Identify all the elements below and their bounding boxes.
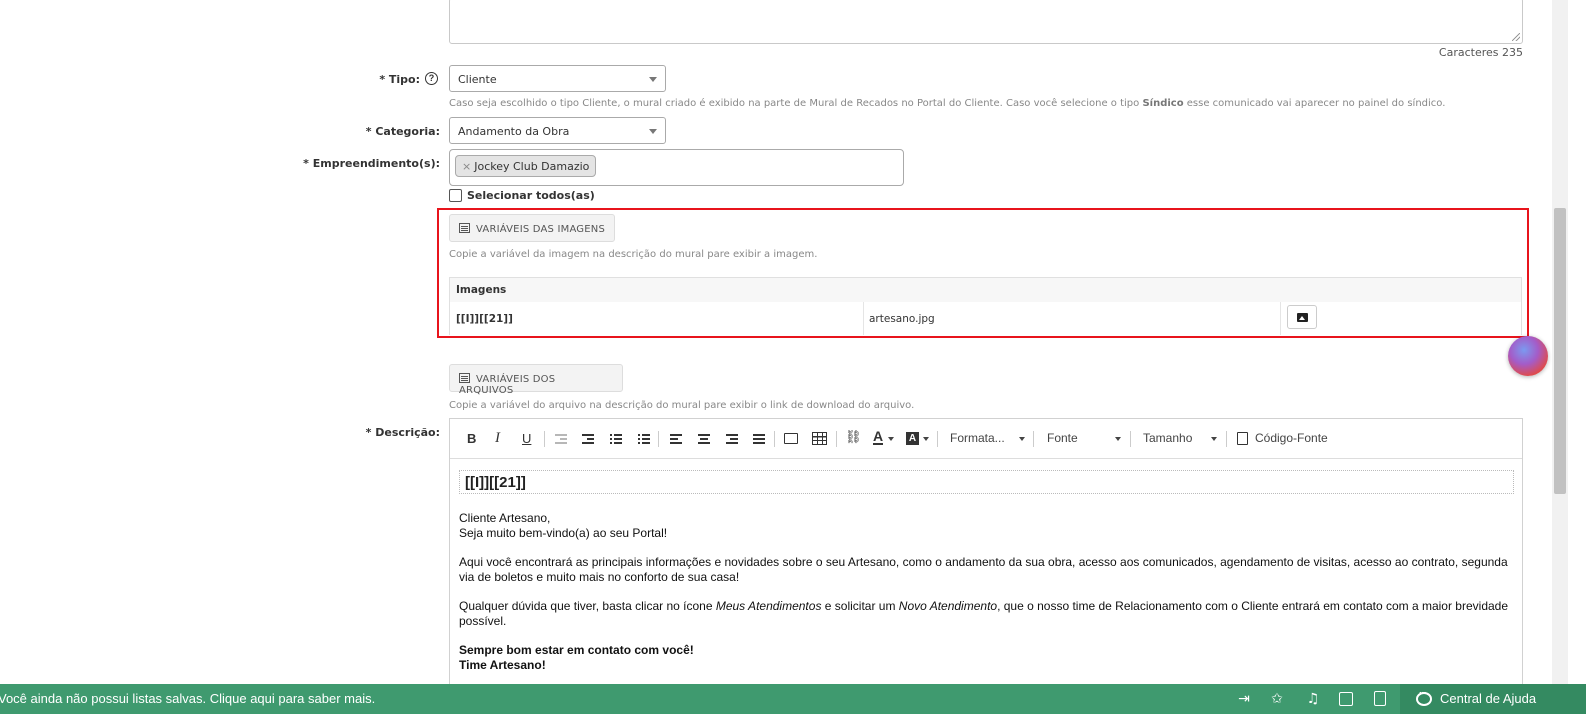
- numbered-list-icon[interactable]: [610, 434, 622, 444]
- help-icon[interactable]: ?: [425, 72, 438, 85]
- view-image-button[interactable]: [1287, 305, 1317, 329]
- bold-button[interactable]: B: [467, 431, 476, 446]
- indent-icon[interactable]: [582, 434, 594, 444]
- size-dropdown[interactable]: Tamanho: [1143, 431, 1192, 445]
- categoria-label: * Categoria:: [365, 125, 440, 138]
- scrollbar-thumb[interactable]: [1554, 208, 1566, 494]
- selected-tag: × Jockey Club Damazio: [455, 155, 597, 177]
- resize-handle[interactable]: [1512, 33, 1520, 41]
- login-icon[interactable]: ⇥: [1236, 691, 1252, 707]
- chat-icon: [1416, 688, 1432, 706]
- empreendimentos-multiselect[interactable]: × Jockey Club Damazio: [449, 149, 904, 186]
- empreendimentos-label: * Empreendimento(s):: [303, 157, 440, 170]
- italic-button[interactable]: I: [495, 430, 500, 447]
- tipo-label: * Tipo:: [379, 73, 420, 86]
- chevron-down-icon: [649, 77, 657, 82]
- image-variables-help: Copie a variável da imagem na descrição …: [449, 249, 818, 260]
- font-dropdown[interactable]: Fonte: [1047, 431, 1078, 445]
- source-code-button[interactable]: Código-Fonte: [1255, 431, 1328, 445]
- link-icon[interactable]: ⛓: [845, 430, 862, 445]
- page-scrollbar[interactable]: [1552, 0, 1568, 684]
- categoria-value: Andamento da Obra: [458, 125, 570, 138]
- descricao-label: * Descrição:: [365, 426, 440, 439]
- insert-table-icon[interactable]: [812, 432, 827, 445]
- char-counter: Caracteres 235: [1438, 46, 1523, 59]
- remove-tag-icon[interactable]: ×: [462, 160, 471, 173]
- list-icon: [459, 223, 470, 233]
- list-icon: [459, 373, 470, 383]
- categoria-select[interactable]: Andamento da Obra: [449, 117, 666, 144]
- table-header: Imagens: [450, 278, 1521, 302]
- align-left-icon[interactable]: [670, 434, 682, 444]
- source-code-icon: [1237, 432, 1248, 445]
- underline-button[interactable]: U: [522, 431, 531, 446]
- chevron-down-icon: [1211, 437, 1217, 441]
- bell-icon[interactable]: ♫: [1305, 691, 1321, 707]
- calendar-icon[interactable]: [1339, 692, 1353, 706]
- insert-image-icon[interactable]: [784, 433, 798, 444]
- tipo-value: Cliente: [458, 73, 497, 86]
- image-file-cell: artesano.jpg: [863, 302, 1281, 335]
- calculator-icon[interactable]: [1374, 691, 1386, 706]
- image-variable-placeholder: [[I]][[21]]: [459, 470, 1514, 494]
- image-variables-button[interactable]: VARIÁVEIS DAS IMAGENS: [449, 214, 615, 242]
- image-icon: [1297, 313, 1308, 322]
- help-center-button[interactable]: Central de Ajuda: [1400, 684, 1586, 714]
- image-variable-cell[interactable]: [[I]][[21]]: [450, 302, 864, 335]
- formatting-dropdown[interactable]: Formata...: [950, 431, 1005, 445]
- background-color-icon[interactable]: A: [906, 432, 919, 445]
- font-color-icon[interactable]: A: [873, 429, 884, 445]
- tipo-help: Caso seja escolhido o tipo Cliente, o mu…: [449, 98, 1446, 109]
- file-variables-help: Copie a variável do arquivo na descrição…: [449, 400, 915, 411]
- select-all-label[interactable]: Selecionar todos(as): [467, 189, 595, 202]
- chevron-down-icon: [1115, 437, 1121, 441]
- description-textarea[interactable]: [449, 0, 1523, 44]
- assistant-bubble[interactable]: [1508, 336, 1548, 376]
- help-center-label: Central de Ajuda: [1440, 691, 1537, 706]
- align-right-icon[interactable]: [726, 434, 738, 444]
- chevron-down-icon: [923, 437, 929, 441]
- table-row: [[I]][[21]] artesano.jpg: [450, 302, 1521, 335]
- file-variables-button[interactable]: VARIÁVEIS DOS ARQUIVOS: [449, 364, 623, 396]
- editor-toolbar: B I U ⛓ A A Formata... Fonte Tamanho Cód…: [450, 419, 1522, 459]
- chevron-down-icon: [888, 437, 894, 441]
- chevron-down-icon: [649, 129, 657, 134]
- saved-lists-message[interactable]: Você ainda não possui listas salvas. Cli…: [0, 691, 375, 706]
- editor-content[interactable]: Cliente Artesano, Seja muito bem-vindo(a)…: [459, 511, 1517, 687]
- bottom-notification-bar: Você ainda não possui listas salvas. Cli…: [0, 684, 1586, 714]
- star-icon[interactable]: ✩: [1269, 691, 1285, 707]
- tipo-select[interactable]: Cliente: [449, 65, 666, 92]
- chevron-down-icon: [1019, 437, 1025, 441]
- bullet-list-icon[interactable]: [638, 434, 650, 444]
- justify-icon[interactable]: [753, 434, 765, 444]
- select-all-checkbox[interactable]: [449, 189, 462, 202]
- images-table: Imagens [[I]][[21]] artesano.jpg: [449, 277, 1522, 335]
- align-center-icon[interactable]: [698, 434, 710, 444]
- rich-text-editor[interactable]: B I U ⛓ A A Formata... Fonte Tamanho Cód…: [449, 418, 1523, 688]
- outdent-icon[interactable]: [555, 434, 567, 444]
